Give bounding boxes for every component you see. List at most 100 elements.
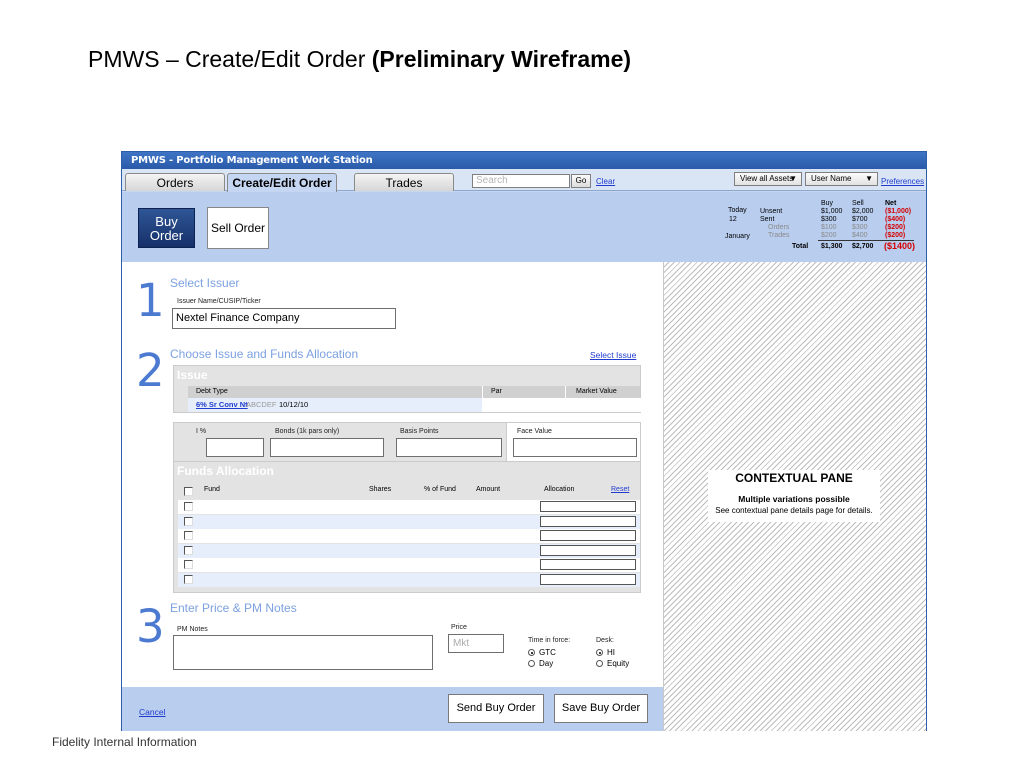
allocation-input[interactable]	[540, 530, 636, 541]
fund-row-checkbox[interactable]	[184, 575, 193, 584]
pm-notes-input[interactable]	[173, 635, 433, 670]
row-label: Orders	[768, 224, 790, 231]
search-input[interactable]: Search	[472, 174, 570, 188]
allocation-input[interactable]	[540, 545, 636, 556]
save-buy-order-button[interactable]: Save Buy Order	[554, 694, 648, 723]
total-buy: $1,300	[821, 243, 843, 250]
order-form: 1 Select Issuer Issuer Name/CUSIP/Ticker…	[122, 262, 663, 687]
assets-dropdown-value: View all Assets	[740, 174, 794, 183]
reset-link[interactable]: Reset	[611, 486, 629, 493]
issue-table-header: Debt Type Par Market Value	[188, 386, 640, 398]
user-dropdown[interactable]: User Name ▼	[805, 172, 878, 186]
contextual-pane-subtitle: Multiple variations possible	[738, 494, 850, 504]
fund-row[interactable]	[178, 544, 640, 558]
row-net: ($200)	[885, 232, 906, 239]
fund-row[interactable]	[178, 573, 640, 587]
i-pct-label: I %	[196, 428, 207, 435]
select-all-checkbox[interactable]	[184, 487, 193, 496]
tab-trades[interactable]: Trades	[354, 173, 454, 191]
send-buy-order-button[interactable]: Send Buy Order	[448, 694, 544, 723]
row-label: Trades	[768, 232, 790, 239]
allocation-input[interactable]	[540, 516, 636, 527]
slide-title: PMWS – Create/Edit Order (Preliminary Wi…	[88, 46, 631, 73]
i-pct-input[interactable]	[206, 438, 264, 457]
sell-order-button[interactable]: Sell Order	[207, 207, 269, 249]
today-month: January	[725, 233, 750, 240]
tif-gtc-radio[interactable]: GTC	[528, 648, 556, 657]
face-value-area: Face Value	[506, 423, 640, 464]
desk-equity-radio[interactable]: Equity	[596, 659, 629, 668]
row-sell: $2,000	[852, 208, 874, 215]
radio-selected-icon	[528, 649, 535, 657]
fund-row[interactable]	[178, 558, 640, 572]
basis-points-input[interactable]	[396, 438, 502, 457]
funds-table-header: Fund Shares % of Fund Amount Allocation …	[178, 484, 640, 496]
bonds-input[interactable]	[270, 438, 384, 457]
issue-panel-title: Issue	[177, 368, 208, 382]
preferences-link[interactable]: Preferences	[881, 177, 924, 186]
tab-create-edit-order[interactable]: Create/Edit Order	[227, 173, 337, 192]
radio-empty-icon	[596, 660, 603, 668]
app-window: PMWS - Portfolio Management Work Station…	[121, 151, 927, 731]
issue-row[interactable]: 6% Sr Conv Nt ABCDEF 10/12/10	[188, 398, 654, 412]
issuer-input[interactable]: Nextel Finance Company	[172, 308, 396, 329]
face-value-input[interactable]	[513, 438, 637, 457]
fund-row[interactable]	[178, 500, 640, 514]
funds-panel-title: Funds Allocation	[177, 464, 274, 478]
total-label: Total	[792, 243, 809, 250]
radio-selected-icon	[596, 649, 603, 657]
tab-bar: Orders Create/Edit Order Trades Search G…	[122, 169, 926, 192]
time-in-force-label: Time in force:	[528, 637, 571, 644]
fund-row-checkbox[interactable]	[184, 502, 193, 511]
issuer-field-label: Issuer Name/CUSIP/Ticker	[177, 298, 261, 305]
issue-panel: Issue Debt Type Par Market Value 6% Sr C…	[173, 365, 654, 413]
col-amount: Amount	[476, 486, 501, 493]
tif-day-radio[interactable]: Day	[528, 659, 553, 668]
row-net: ($200)	[885, 224, 906, 231]
assets-dropdown[interactable]: View all Assets ▼	[734, 172, 802, 186]
allocation-input[interactable]	[540, 501, 636, 512]
fund-row[interactable]	[178, 529, 640, 543]
buy-order-button[interactable]: Buy Order	[138, 208, 195, 248]
fund-row[interactable]	[178, 515, 640, 529]
tab-orders[interactable]: Orders	[125, 173, 225, 191]
allocation-input[interactable]	[540, 559, 636, 570]
basis-points-label: Basis Points	[400, 428, 439, 435]
radio-empty-icon	[528, 660, 535, 668]
col-buy: Buy	[821, 200, 834, 207]
pm-notes-label: PM Notes	[177, 626, 208, 633]
chevron-down-icon: ▼	[865, 174, 873, 183]
quantity-panel: I % Bonds (1k pars only) Basis Points Fa…	[173, 422, 641, 464]
col-fund: Fund	[204, 486, 220, 493]
issue-link[interactable]: 6% Sr Conv Nt	[196, 400, 248, 409]
row-label: Unsent	[760, 208, 783, 215]
allocation-input[interactable]	[540, 574, 636, 585]
col-net: Net	[885, 200, 897, 207]
chevron-down-icon: ▼	[789, 174, 797, 183]
go-button[interactable]: Go	[571, 174, 591, 188]
bottom-action-bar: Cancel Send Buy Order Save Buy Order	[122, 687, 663, 731]
row-sell: $700	[852, 216, 868, 223]
row-sell: $400	[852, 232, 868, 239]
fund-row-checkbox[interactable]	[184, 546, 193, 555]
row-sell: $300	[852, 224, 868, 231]
action-bar: Buy Order Sell Order Today 12 January Bu…	[122, 192, 926, 262]
contextual-pane-label: CONTEXTUAL PANE Multiple variations poss…	[708, 470, 880, 522]
today-label: Today	[728, 207, 747, 214]
fund-row-checkbox[interactable]	[184, 517, 193, 526]
desk-equity-label: Equity	[607, 659, 630, 668]
col-shares: Shares	[369, 486, 392, 493]
clear-link[interactable]: Clear	[596, 177, 615, 186]
cancel-link[interactable]: Cancel	[139, 707, 165, 717]
total-net: ($1400)	[884, 241, 916, 251]
step2-number: 2	[136, 344, 165, 397]
fund-row-checkbox[interactable]	[184, 531, 193, 540]
fund-row-checkbox[interactable]	[184, 560, 193, 569]
col-debt-type: Debt Type	[196, 388, 228, 395]
select-issue-link[interactable]: Select Issue	[590, 350, 636, 360]
price-input[interactable]: Mkt	[448, 634, 504, 653]
desk-hi-radio[interactable]: HI	[596, 648, 615, 657]
buy-label-line2: Order	[149, 228, 184, 243]
row-net: ($1,000)	[885, 208, 912, 215]
contextual-pane: CONTEXTUAL PANE Multiple variations poss…	[663, 262, 926, 731]
